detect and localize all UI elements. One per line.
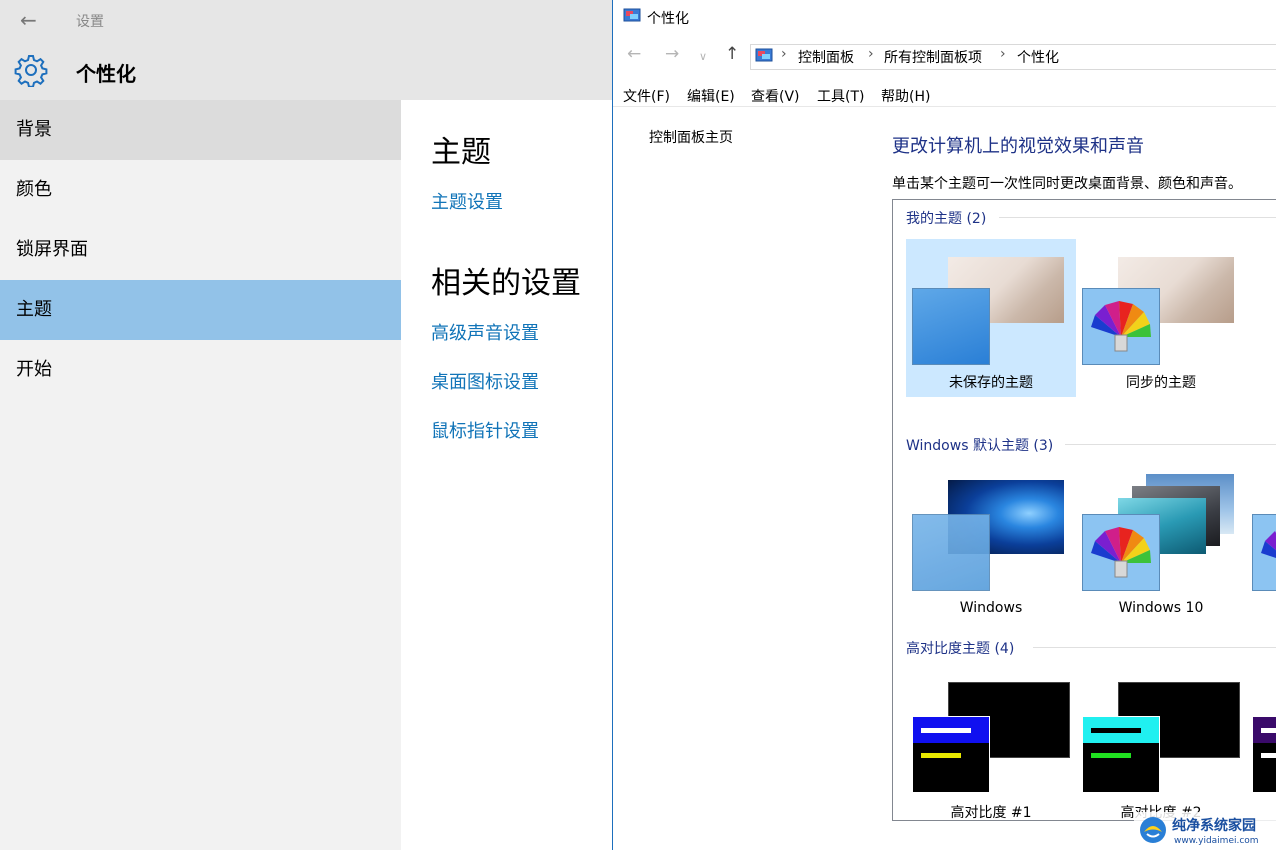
theme-tile-synced[interactable]: 同步的主题 xyxy=(1076,239,1246,397)
color-palette-icon xyxy=(1261,531,1276,558)
mouse-pointer-settings-link[interactable]: 鼠标指针设置 xyxy=(431,417,539,443)
group-label-high-contrast: 高对比度主题 (4) xyxy=(906,641,1015,657)
breadcrumb-control-panel[interactable]: 控制面板 xyxy=(798,47,854,67)
gear-icon xyxy=(14,55,48,87)
cp-window-title: 个性化 xyxy=(647,11,689,27)
breadcrumb-personalization[interactable]: 个性化 xyxy=(1017,47,1059,67)
theme-tile-unsaved[interactable]: 未保存的主题 xyxy=(906,239,1076,397)
settings-title-bar: ← 设置 xyxy=(0,0,612,40)
theme-list[interactable]: 我的主题 (2) 未保存的主题 同步的主题 Windows 默认主题 (3) W… xyxy=(892,199,1276,821)
theme-name: 高对比度 #1 xyxy=(950,805,1032,821)
desktop-icon-settings-link[interactable]: 桌面图标设置 xyxy=(431,368,539,394)
theme-color-swatch xyxy=(912,288,990,365)
group-label-windows-default: Windows 默认主题 (3) xyxy=(906,438,1054,454)
settings-window: ← 设置 个性化 背景 颜色 锁屏界面 主题 开始 主题 主题设置 相关的设置 … xyxy=(0,0,612,850)
nav-item-colors[interactable]: 颜色 xyxy=(0,160,401,220)
nav-item-lock-screen[interactable]: 锁屏界面 xyxy=(0,220,401,280)
theme-color-swatch xyxy=(1082,514,1160,591)
back-arrow-icon[interactable]: ← xyxy=(20,8,37,32)
menu-view[interactable]: 查看(V) xyxy=(751,86,800,106)
chevron-right-icon: › xyxy=(781,46,787,62)
theme-name: 同步的主题 xyxy=(1126,375,1196,391)
group-divider xyxy=(1065,444,1276,445)
theme-color-swatch xyxy=(912,514,990,591)
settings-nav: 背景 颜色 锁屏界面 主题 开始 xyxy=(0,100,401,850)
color-palette-icon xyxy=(1091,301,1151,352)
watermark-url: www.yidaimei.com xyxy=(1174,836,1259,846)
theme-tile-partial[interactable] xyxy=(1246,466,1276,624)
menu-tools[interactable]: 工具(T) xyxy=(817,86,864,106)
section-title-related: 相关的设置 xyxy=(431,266,581,301)
theme-color-swatch xyxy=(1082,288,1160,365)
main-title: 更改计算机上的视觉效果和声音 xyxy=(892,136,1144,157)
recent-dropdown-icon[interactable]: ∨ xyxy=(699,50,707,63)
menu-file[interactable]: 文件(F) xyxy=(623,86,670,106)
theme-tile-windows[interactable]: Windows xyxy=(906,466,1076,624)
theme-tile-high-contrast-1[interactable]: 高对比度 #1 xyxy=(906,670,1076,821)
theme-color-swatch xyxy=(912,716,990,793)
theme-color-swatch xyxy=(1252,514,1276,591)
nav-item-themes[interactable]: 主题 xyxy=(0,280,401,340)
nav-item-start[interactable]: 开始 xyxy=(0,340,401,400)
section-title-themes: 主题 xyxy=(431,135,491,170)
up-icon[interactable]: ↑ xyxy=(725,44,739,64)
watermark: 纯净系统家园 www.yidaimei.com xyxy=(1134,812,1276,850)
color-palette-icon xyxy=(1091,527,1151,578)
group-divider xyxy=(1033,647,1276,648)
forward-icon[interactable]: → xyxy=(665,44,679,64)
control-panel-icon xyxy=(755,48,773,62)
theme-tile-high-contrast-2[interactable]: 高对比度 #2 xyxy=(1076,670,1246,820)
theme-tile-partial[interactable] xyxy=(1246,670,1276,820)
breadcrumb-all-items[interactable]: 所有控制面板项 xyxy=(884,47,982,67)
control-panel-home-link[interactable]: 控制面板主页 xyxy=(649,127,733,147)
group-label-my-themes: 我的主题 (2) xyxy=(906,211,987,227)
chevron-right-icon: › xyxy=(868,46,874,62)
watermark-name: 纯净系统家园 xyxy=(1172,818,1256,834)
settings-content: 主题 主题设置 相关的设置 高级声音设置 桌面图标设置 鼠标指针设置 xyxy=(401,100,612,850)
theme-settings-link[interactable]: 主题设置 xyxy=(431,188,503,214)
settings-window-title: 设置 xyxy=(76,14,104,30)
back-icon[interactable]: ← xyxy=(627,44,641,64)
theme-name: Windows 10 xyxy=(1118,600,1204,616)
personalization-icon xyxy=(623,8,641,22)
nav-item-background[interactable]: 背景 xyxy=(0,100,401,160)
watermark-logo-icon xyxy=(1140,817,1166,843)
menubar-divider xyxy=(613,106,1276,107)
chevron-right-icon: › xyxy=(1000,46,1006,62)
theme-name: Windows xyxy=(959,600,1023,616)
menu-edit[interactable]: 编辑(E) xyxy=(687,86,735,106)
page-title: 个性化 xyxy=(76,62,136,86)
group-divider xyxy=(999,217,1276,218)
theme-color-swatch xyxy=(1082,716,1160,793)
menu-help[interactable]: 帮助(H) xyxy=(881,86,930,106)
settings-header: 个性化 xyxy=(0,40,612,100)
control-panel-window: 个性化 ← → ∨ ↑ › 控制面板 › 所有控制面板项 › 个性化 文件(F)… xyxy=(613,0,1276,850)
theme-color-swatch xyxy=(1252,716,1276,793)
advanced-sound-link[interactable]: 高级声音设置 xyxy=(431,319,539,345)
theme-name: 未保存的主题 xyxy=(949,375,1033,391)
theme-tile-windows-10[interactable]: Windows 10 xyxy=(1076,466,1246,624)
main-description: 单击某个主题可一次性同时更改桌面背景、颜色和声音。 xyxy=(892,176,1242,192)
